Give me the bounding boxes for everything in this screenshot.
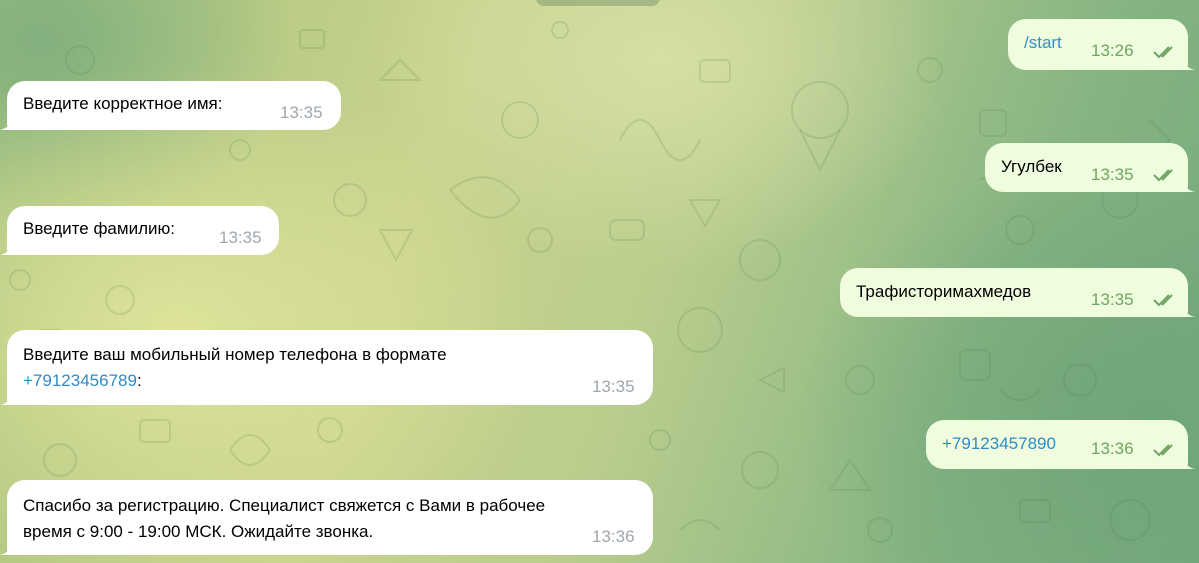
message-time: 13:36 <box>1091 439 1134 458</box>
read-check-icon <box>1153 169 1173 182</box>
message-time: 13:35 <box>592 377 635 396</box>
message-time: 13:35 <box>1091 165 1134 184</box>
incoming-message[interactable]: Введите корректное имя: 13:35 <box>0 81 341 130</box>
bubble-tail <box>1181 56 1195 70</box>
bubble-tail <box>1181 455 1195 469</box>
bubble-tail <box>1181 178 1195 192</box>
message-text: Введите ваш мобильный номер телефона в ф… <box>23 345 447 364</box>
bubble-tail <box>0 241 14 255</box>
message-text-suffix: : <box>136 371 142 390</box>
incoming-message[interactable]: Спасибо за регистрацию. Специалист свяже… <box>0 480 653 555</box>
incoming-message[interactable]: Введите ваш мобильный номер телефона в ф… <box>0 330 653 405</box>
phone-link[interactable]: +79123457890 <box>942 432 1056 456</box>
outgoing-message[interactable]: /start 13:26 <box>1008 19 1195 70</box>
message-text-line2: время с 9:00 - 19:00 МСК. Ожидайте звонк… <box>23 522 374 541</box>
message-time: 13:35 <box>1091 290 1134 309</box>
message-text: Трафисторимахмедов <box>856 282 1032 301</box>
message-time: 13:35 <box>219 228 262 247</box>
outgoing-message[interactable]: Угулбек 13:35 <box>985 143 1195 192</box>
message-text: Введите фамилию: <box>23 219 175 238</box>
message-text-line2: +79123456789: <box>23 369 142 393</box>
bubble-tail <box>0 116 14 130</box>
bubble-tail <box>0 541 14 555</box>
incoming-message[interactable]: Введите фамилию: 13:35 <box>0 206 279 255</box>
outgoing-message[interactable]: Трафисторимахмедов 13:35 <box>840 268 1195 317</box>
outgoing-message[interactable]: +79123457890 13:36 <box>926 420 1195 469</box>
bubble-tail <box>0 391 14 405</box>
read-check-icon <box>1153 444 1173 457</box>
message-text: Угулбек <box>1001 157 1062 176</box>
read-check-icon <box>1153 46 1173 59</box>
date-pill <box>536 0 660 6</box>
message-time: 13:26 <box>1091 41 1134 60</box>
message-text: Введите корректное имя: <box>23 94 223 113</box>
bubble-tail <box>1181 303 1195 317</box>
phone-link[interactable]: +79123456789 <box>23 371 137 390</box>
message-time: 13:36 <box>592 527 635 546</box>
message-text: Спасибо за регистрацию. Специалист свяже… <box>23 496 546 515</box>
read-check-icon <box>1153 294 1173 307</box>
command-link[interactable]: /start <box>1024 31 1062 55</box>
message-time: 13:35 <box>280 103 323 122</box>
